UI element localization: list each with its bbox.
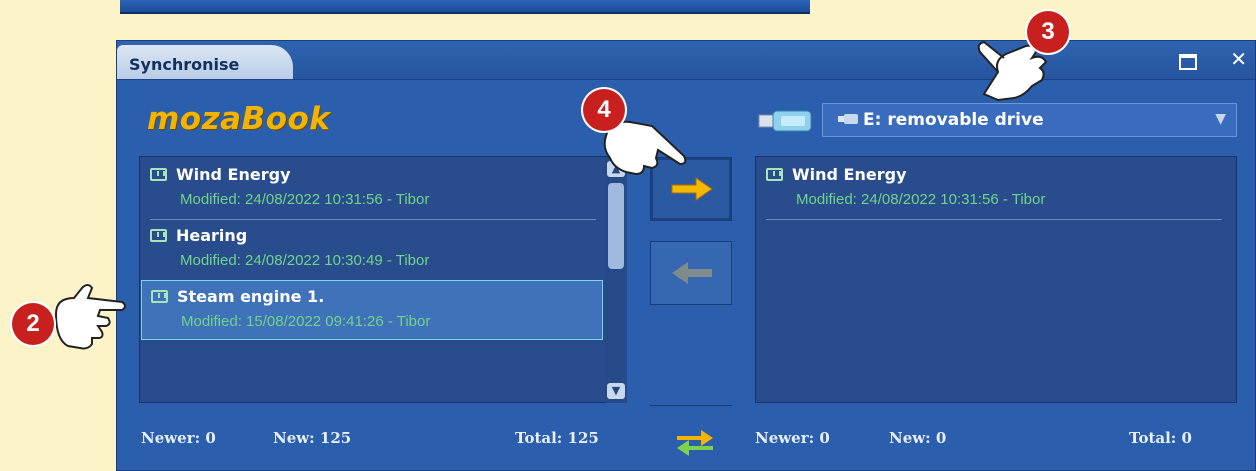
list-item-selected[interactable]: Steam engine 1. Modified: 15/08/2022 09:… <box>141 280 603 340</box>
book-name: Wind Energy <box>176 165 291 184</box>
book-modified: Modified: 24/08/2022 10:30:49 - Tibor <box>180 252 430 269</box>
chevron-down-icon[interactable]: ▼ <box>1215 111 1226 127</box>
local-books-list[interactable]: Wind Energy Modified: 24/08/2022 10:31:5… <box>139 156 627 403</box>
right-total-count: Total: 0 <box>1129 429 1192 447</box>
book-modified: Modified: 15/08/2022 09:41:26 - Tibor <box>181 313 431 330</box>
pointing-hand-icon <box>54 284 126 350</box>
book-modified: Modified: 24/08/2022 10:31:56 - Tibor <box>180 191 430 208</box>
scroll-thumb[interactable] <box>608 183 624 269</box>
step-badge-3: 3 <box>1027 11 1069 53</box>
right-newer-count: Newer: 0 <box>755 429 830 447</box>
sync-icon[interactable] <box>675 425 715 459</box>
left-newer-count: Newer: 0 <box>141 429 216 447</box>
list-item[interactable]: Wind Energy Modified: 24/08/2022 10:31:5… <box>762 159 1228 217</box>
arrow-right-icon <box>671 177 713 201</box>
right-new-count: New: 0 <box>889 429 947 447</box>
book-name: Wind Energy <box>792 165 907 184</box>
list-item[interactable]: Wind Energy Modified: 24/08/2022 10:31:5… <box>146 159 600 217</box>
book-name: Steam engine 1. <box>177 287 325 306</box>
scrollbar[interactable]: ▲ ▼ <box>605 157 627 403</box>
drive-select-value: E: removable drive <box>863 110 1044 130</box>
window-title-tab: Synchronise <box>117 45 293 79</box>
usb-drive-icon <box>758 110 812 132</box>
book-icon <box>151 290 168 303</box>
book-modified: Modified: 24/08/2022 10:31:56 - Tibor <box>796 191 1046 208</box>
background-window-edge <box>120 0 810 14</box>
divider <box>650 405 732 406</box>
book-icon <box>150 229 167 242</box>
step-badge-2: 2 <box>12 303 54 345</box>
drive-select[interactable]: E: removable drive ▼ <box>822 103 1237 137</box>
book-icon <box>766 168 783 181</box>
book-icon <box>150 168 167 181</box>
synchronise-window: Synchronise ✕ mozaBook Wind Energy Modif… <box>116 40 1256 471</box>
title-bar: Synchronise ✕ <box>117 41 1255 80</box>
maximize-icon[interactable] <box>1179 54 1197 70</box>
step-badge-4: 4 <box>583 89 625 131</box>
usb-drive-icon <box>838 114 858 124</box>
copy-from-drive-button[interactable] <box>650 241 732 305</box>
drive-books-list[interactable]: Wind Energy Modified: 24/08/2022 10:31:5… <box>755 156 1237 403</box>
scroll-down-button[interactable]: ▼ <box>607 383 625 399</box>
mozabook-logo: mozaBook <box>147 101 331 137</box>
arrow-left-icon <box>672 262 712 284</box>
left-total-count: Total: 125 <box>515 429 599 447</box>
book-name: Hearing <box>176 226 248 245</box>
list-item[interactable]: Hearing Modified: 24/08/2022 10:30:49 - … <box>146 220 600 278</box>
left-new-count: New: 125 <box>273 429 352 447</box>
divider <box>766 219 1222 220</box>
close-icon[interactable]: ✕ <box>1230 47 1247 71</box>
